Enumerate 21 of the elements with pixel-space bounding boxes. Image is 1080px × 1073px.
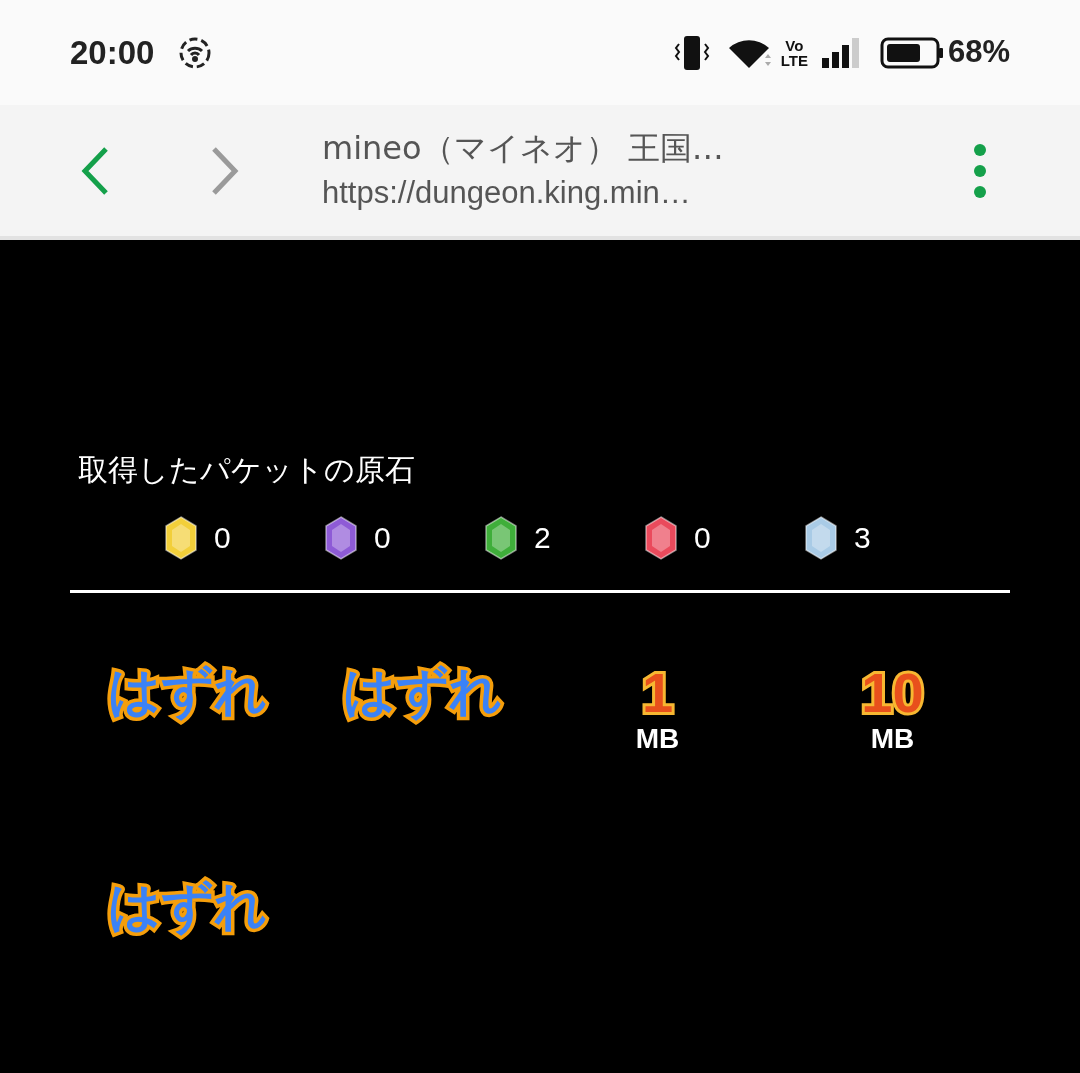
menu-icon <box>973 142 987 199</box>
battery-icon <box>879 36 944 69</box>
forward-icon <box>210 145 240 196</box>
gem-count: 2 <box>534 520 551 556</box>
gem-count: 3 <box>854 520 871 556</box>
packet-unit: MB <box>635 725 680 753</box>
packet-unit: MB <box>870 725 915 753</box>
section-heading: 取得したパケットの原石 <box>78 455 416 485</box>
volte-icon: Vo LTE <box>780 37 808 68</box>
page-title: mineo（マイネオ） 王国… <box>322 128 725 169</box>
packet-amount: 1 <box>641 665 674 721</box>
battery-percent: 68% <box>947 33 1010 72</box>
gem-count: 0 <box>694 520 711 556</box>
status-time: 20:00 <box>70 32 155 73</box>
page-url: https://dungeon.king.min… <box>322 174 692 213</box>
gem-count: 0 <box>214 520 231 556</box>
back-icon <box>80 145 110 196</box>
gem-count: 0 <box>374 520 391 556</box>
packet-amount: 10 <box>861 665 924 721</box>
vibrate-icon <box>672 33 711 72</box>
hotspot-icon <box>178 35 213 70</box>
